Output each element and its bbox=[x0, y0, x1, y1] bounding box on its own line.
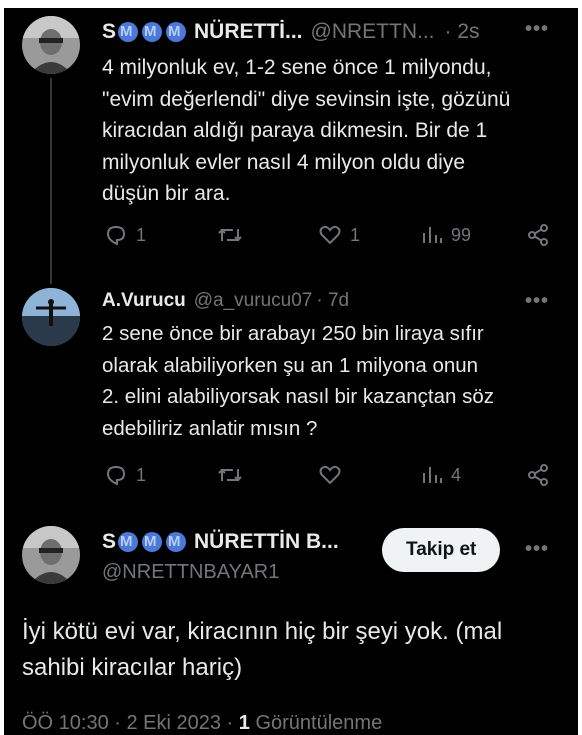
tweet1-time[interactable]: · 2s bbox=[445, 20, 480, 44]
reply-count: 1 bbox=[136, 224, 147, 245]
verified-badge-icon bbox=[118, 22, 139, 42]
views-total: 1 bbox=[238, 712, 250, 734]
views-count: 4 bbox=[451, 464, 462, 485]
retweet-button[interactable] bbox=[217, 463, 243, 487]
tweet1-name[interactable]: S bbox=[102, 20, 116, 44]
tweet1-line: 4 milyonluk ev, 1-2 sene önce 1 milyondu… bbox=[102, 56, 492, 79]
tweet1-line: "evim değerlendi" diye sevinsin işte, gö… bbox=[102, 87, 511, 111]
tweet1-actions: 1 1 99 bbox=[4, 223, 578, 253]
retweet-icon bbox=[218, 468, 242, 482]
tweet1-text: 4 milyonluk ev, 1-2 sene önce 1 milyondu… bbox=[102, 52, 510, 210]
more-icon[interactable]: ••• bbox=[525, 290, 549, 313]
verified-badge-icon bbox=[118, 532, 139, 552]
tweet2-handle[interactable]: @a_vurucu07 bbox=[194, 290, 313, 312]
tweet1-name-suffix[interactable]: NÜRETTİ... bbox=[194, 20, 303, 44]
like-button[interactable] bbox=[318, 463, 342, 487]
tweet1-line: düşün bir ara. bbox=[102, 182, 231, 205]
tweet-thread: S NÜRETTİ... @NRETTN... · 2s ••• 4 milyo… bbox=[4, 8, 578, 735]
main-tweet-name-row: S NÜRETTİN B... bbox=[102, 530, 339, 554]
tweet2-header: A.Vurucu @a_vurucu07 · 7d bbox=[102, 290, 349, 312]
verified-badge-icon bbox=[166, 532, 187, 552]
like-icon bbox=[319, 225, 341, 245]
share-icon bbox=[528, 224, 548, 246]
follow-button[interactable]: Takip et bbox=[382, 528, 501, 572]
views-icon bbox=[423, 467, 442, 483]
more-icon[interactable]: ••• bbox=[525, 18, 549, 41]
retweet-icon bbox=[218, 228, 242, 242]
views-button[interactable]: 4 bbox=[421, 463, 461, 487]
tweet2-time[interactable]: · 7d bbox=[316, 290, 349, 312]
main-tweet-name-suffix[interactable]: NÜRETTİN B... bbox=[194, 530, 339, 554]
tweet1-line: milyonluk evler nasıl 4 milyon oldu diye bbox=[102, 150, 465, 174]
reply-count: 1 bbox=[136, 464, 147, 485]
reply-icon bbox=[106, 225, 126, 246]
views-icon bbox=[423, 227, 442, 243]
tweet2-line: olarak alabiliyorken şu an 1 milyona onu… bbox=[102, 353, 479, 377]
avatar-nurettin-main[interactable] bbox=[22, 526, 80, 584]
avatar-nurettin[interactable] bbox=[22, 16, 80, 74]
main-tweet-line: İyi kötü evi var, kiracının hiç bir şeyi… bbox=[22, 618, 503, 645]
tweet2-line: 2. elini alabiliyorsak nasıl bir kazançt… bbox=[102, 385, 494, 408]
tweet1-header: S NÜRETTİ... @NRETTN... · 2s bbox=[102, 20, 480, 44]
like-icon bbox=[319, 465, 341, 485]
like-button[interactable]: 1 bbox=[318, 223, 360, 247]
verified-badge-icon bbox=[166, 22, 187, 42]
share-button[interactable] bbox=[526, 223, 550, 247]
tweet2-actions: 1 4 bbox=[4, 463, 578, 493]
main-tweet-name[interactable]: S bbox=[102, 530, 116, 554]
share-icon bbox=[528, 464, 548, 486]
tweet2-text: 2 sene önce bir arabayı 250 bin liraya s… bbox=[102, 318, 494, 444]
main-tweet-handle[interactable]: @NRETTNBAYAR1 bbox=[102, 561, 279, 584]
tweet2-line: 2 sene önce bir arabayı 250 bin liraya s… bbox=[102, 322, 484, 345]
avatar-vurucu[interactable] bbox=[22, 288, 80, 346]
verified-badge-icon bbox=[142, 532, 163, 552]
main-tweet-meta: ÖÖ 10:30 · 2 Eki 2023 · 1 Görüntülenme bbox=[22, 712, 382, 735]
tweet2-line: edebiliriz anlatir mısın ? bbox=[102, 416, 318, 440]
reply-button[interactable]: 1 bbox=[104, 223, 146, 247]
views-label: Görüntülenme bbox=[249, 712, 383, 734]
verified-badge-icon bbox=[142, 22, 163, 42]
tweet2-name[interactable]: A.Vurucu bbox=[102, 290, 186, 312]
tweet1-line: kiracıdan aldığı paraya dikmesin. Bir de… bbox=[102, 119, 488, 142]
main-tweet-line: sahibi kiracılar hariç) bbox=[22, 654, 243, 681]
main-tweet-text: İyi kötü evi var, kiracının hiç bir şeyi… bbox=[22, 614, 502, 686]
views-count: 99 bbox=[451, 224, 472, 245]
tweet1-handle[interactable]: @NRETTN... bbox=[311, 20, 435, 44]
views-button[interactable]: 99 bbox=[421, 223, 471, 247]
share-button[interactable] bbox=[526, 463, 550, 487]
reply-button[interactable]: 1 bbox=[104, 463, 146, 487]
more-icon[interactable]: ••• bbox=[525, 538, 549, 561]
thread-connector bbox=[50, 78, 52, 284]
retweet-button[interactable] bbox=[217, 223, 243, 247]
reply-icon bbox=[106, 465, 126, 486]
tweet-timestamp[interactable]: ÖÖ 10:30 · 2 Eki 2023 · bbox=[22, 712, 239, 734]
like-count: 1 bbox=[350, 224, 361, 245]
